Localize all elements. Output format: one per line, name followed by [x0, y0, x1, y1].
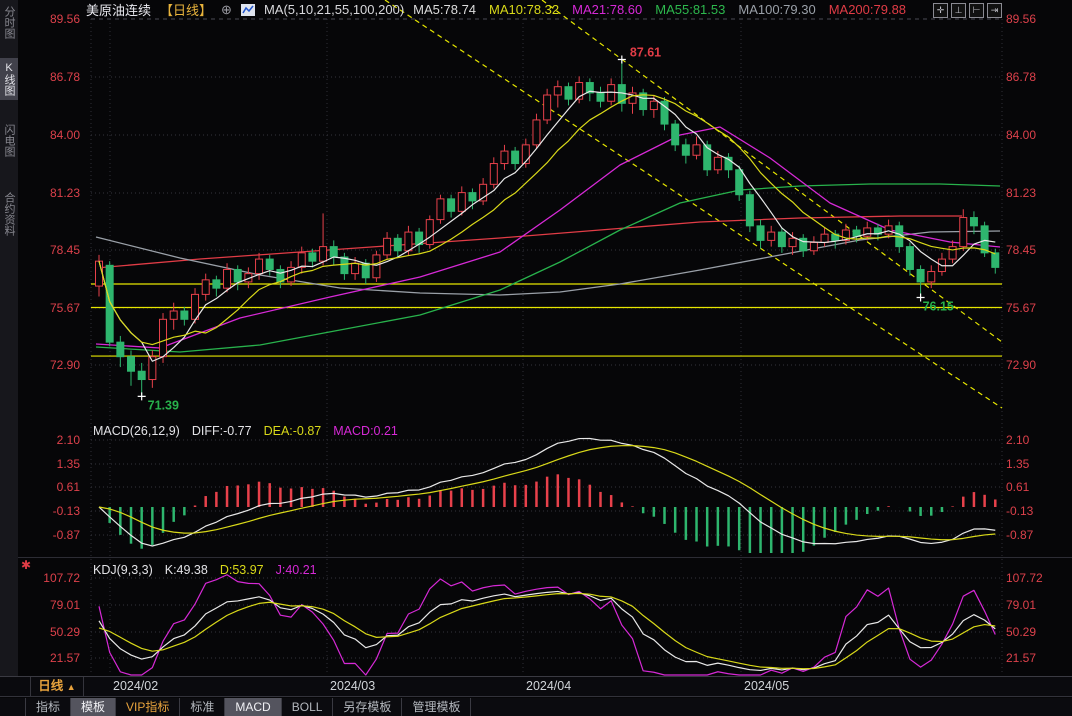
period-selector[interactable]: 日线 ▲	[30, 677, 84, 696]
sidebar-item-合约资料[interactable]: 合约资料	[0, 188, 18, 240]
chart-area[interactable]: 87.61 71.39 76.15	[0, 0, 1072, 716]
sidebar-item-分时图[interactable]: 分时图	[0, 2, 18, 43]
recent-low-annotation: 76.15	[923, 299, 954, 313]
price-axis-label: 1.35	[1006, 457, 1066, 471]
high-annotation: 87.61	[630, 45, 661, 59]
price-axis-label: 89.56	[1006, 12, 1066, 26]
symbol-name: 美原油连续	[86, 0, 151, 19]
price-axis-label: 2.10	[1006, 433, 1066, 447]
kdj-j-value: J:40.21	[276, 563, 317, 577]
ma-value: MA200:79.88	[829, 2, 906, 17]
date-label: 2024/04	[526, 679, 571, 693]
page-forward-icon[interactable]: ⇥	[987, 3, 1002, 18]
period-arrow-icon: ▲	[67, 682, 76, 692]
price-axis-label: 75.67	[1006, 301, 1066, 315]
add-overlay-icon[interactable]: ⊕	[221, 2, 232, 18]
price-axis-label: 50.29	[1006, 625, 1066, 639]
ma-value: MA10:78.32	[489, 2, 559, 17]
sidebar-item-K线图[interactable]: K线图	[0, 58, 18, 100]
sidebar-item-闪电图[interactable]: 闪电图	[0, 120, 18, 161]
tab-BOLL[interactable]: BOLL	[282, 698, 334, 716]
price-axis-label: 1.35	[26, 457, 80, 471]
price-axis-label: 78.45	[1006, 243, 1066, 257]
price-axis-label: -0.87	[26, 528, 80, 542]
period-badge[interactable]: 【日线】	[160, 0, 212, 19]
chart-toolbar: ✛⊥⊢⇥	[933, 3, 1002, 18]
price-axis-label: 21.57	[1006, 651, 1066, 665]
tab-管理模板[interactable]: 管理模板	[402, 698, 471, 716]
chart-header: 美原油连续 【日线】 ⊕ MA(5,10,21,55,100,200) MA5:…	[86, 1, 906, 18]
price-axis-label: 79.01	[1006, 598, 1066, 612]
tab-模板[interactable]: 模板	[71, 698, 116, 716]
price-axis-label: 78.45	[26, 243, 80, 257]
price-axis-label: 0.61	[1006, 480, 1066, 494]
price-axis-label: 107.72	[1006, 571, 1066, 585]
tab-MACD[interactable]: MACD	[225, 698, 281, 716]
period-label: 日线	[38, 679, 63, 693]
price-axis-label: 2.10	[26, 433, 80, 447]
chart-type-icon[interactable]	[241, 4, 255, 16]
scale-up-icon[interactable]: ⊥	[951, 3, 966, 18]
left-sidebar: 分时图 K线图闪电图合约资料	[0, 0, 18, 676]
kdj-title[interactable]: KDJ(9,3,3)	[93, 563, 153, 577]
price-axis-label: 75.67	[26, 301, 80, 315]
price-axis-label: 89.56	[26, 12, 80, 26]
price-axis-label: 50.29	[26, 625, 80, 639]
price-axis-label: 79.01	[26, 598, 80, 612]
macd-dea-value: DEA:-0.87	[264, 424, 322, 438]
price-axis-label: 81.23	[1006, 186, 1066, 200]
price-axis-label: -0.13	[26, 504, 80, 518]
price-axis-label: 84.00	[26, 128, 80, 142]
price-axis-label: 86.78	[26, 70, 80, 84]
tab-VIP指标[interactable]: VIP指标	[116, 698, 180, 716]
price-axis-label: -0.13	[1006, 504, 1066, 518]
price-axis-label: 0.61	[26, 480, 80, 494]
tab-标准[interactable]: 标准	[180, 698, 225, 716]
ma-value: MA5:78.74	[413, 2, 476, 17]
date-label: 2024/02	[113, 679, 158, 693]
tab-指标[interactable]: 指标	[25, 698, 71, 716]
kdj-k-value: K:49.38	[165, 563, 208, 577]
kdj-header: KDJ(9,3,3) K:49.38 D:53.97 J:40.21	[93, 563, 317, 577]
date-label: 2024/03	[330, 679, 375, 693]
scale-right-icon[interactable]: ⊢	[969, 3, 984, 18]
macd-diff-value: DIFF:-0.77	[192, 424, 252, 438]
macd-title[interactable]: MACD(26,12,9)	[93, 424, 180, 438]
price-axis-label: -0.87	[1006, 528, 1066, 542]
macd-bar-value: MACD:0.21	[333, 424, 398, 438]
ma-value: MA55:81.53	[655, 2, 725, 17]
timeline-bar: 日线 ▲ 2024/02 2024/03 2024/04 2024/05	[0, 676, 1072, 697]
price-axis-label: 84.00	[1006, 128, 1066, 142]
kdj-settings-icon[interactable]: ✱	[21, 558, 31, 572]
pan-crosshair-icon[interactable]: ✛	[933, 3, 948, 18]
price-axis-label: 72.90	[1006, 358, 1066, 372]
price-axis-label: 72.90	[26, 358, 80, 372]
trading-app: 87.61 71.39 76.15 分时图 K线图闪电图合约资料 美原油连续 【日线】…	[0, 0, 1072, 716]
price-axis-label: 107.72	[26, 571, 80, 585]
bottom-tab-bar: 指标模板VIP指标标准MACDBOLL另存模板管理模板	[0, 698, 1072, 716]
price-axis-label: 21.57	[26, 651, 80, 665]
tab-另存模板[interactable]: 另存模板	[333, 698, 402, 716]
price-axis-label: 81.23	[26, 186, 80, 200]
price-axis-label: 86.78	[1006, 70, 1066, 84]
ma-settings-label[interactable]: MA(5,10,21,55,100,200)	[264, 2, 404, 17]
ma-values: MA5:78.74 MA10:78.32 MA21:78.60 MA55:81.53 M…	[413, 2, 906, 17]
ma-value: MA100:79.30	[738, 2, 815, 17]
ma-value: MA21:78.60	[572, 2, 642, 17]
low-annotation: 71.39	[148, 398, 179, 412]
date-label: 2024/05	[744, 679, 789, 693]
macd-header: MACD(26,12,9) DIFF:-0.77 DEA:-0.87 MACD:…	[93, 424, 398, 438]
kdj-d-value: D:53.97	[220, 563, 264, 577]
